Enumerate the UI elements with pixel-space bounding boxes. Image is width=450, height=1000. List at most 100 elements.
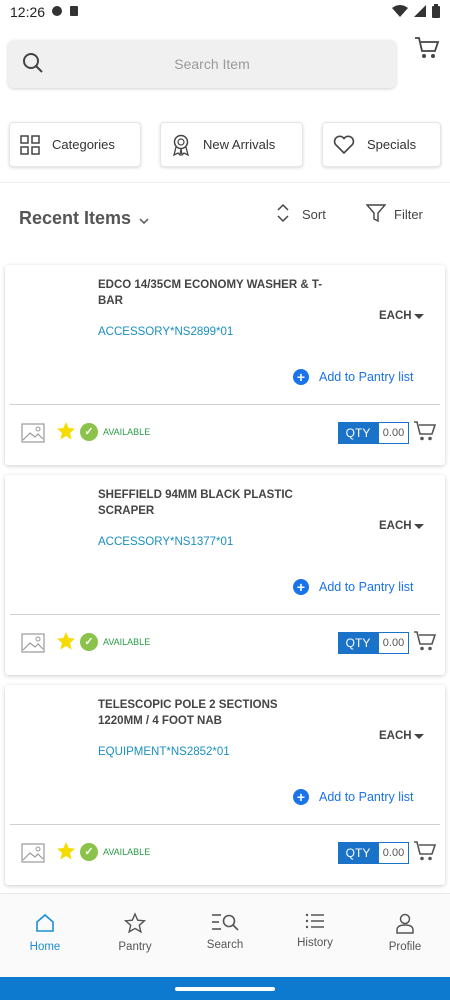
favorite-star-icon[interactable] — [56, 631, 76, 656]
divider — [0, 182, 450, 183]
sort-icon — [276, 203, 290, 226]
status-bar: 12:26 — [0, 0, 450, 24]
pantry-label: Add to Pantry list — [319, 370, 414, 384]
item-code[interactable]: ACCESSORY*NS2899*01 — [98, 326, 233, 338]
grid-icon — [20, 134, 40, 155]
uom-dropdown[interactable]: EACH — [379, 730, 424, 742]
recent-items-dropdown[interactable]: Recent Items — [19, 208, 149, 229]
quantity-field[interactable]: QTY 0.00 — [338, 842, 409, 864]
battery-icon — [432, 3, 440, 21]
categories-label: Categories — [52, 137, 115, 152]
image-placeholder-icon[interactable] — [21, 423, 45, 448]
home-icon — [34, 912, 56, 937]
nav-pantry-label: Pantry — [118, 941, 152, 953]
item-card[interactable]: EDCO 14/35CM ECONOMY WASHER & T-BAR ACCE… — [5, 265, 445, 465]
search-list-icon — [211, 912, 239, 935]
pantry-label: Add to Pantry list — [319, 790, 414, 804]
uom-value: EACH — [379, 520, 412, 532]
availability-status: ✓ AVAILABLE — [80, 633, 150, 651]
nav-profile[interactable]: Profile — [360, 912, 450, 953]
nav-profile-label: Profile — [388, 941, 422, 953]
chevron-down-icon — [139, 208, 149, 229]
add-to-cart-icon[interactable] — [413, 840, 437, 867]
pantry-label: Add to Pantry list — [319, 580, 414, 594]
filter-button[interactable]: Filter — [365, 203, 423, 226]
add-to-pantry-button[interactable]: + Add to Pantry list — [293, 369, 414, 385]
status-time: 12:26 — [10, 4, 46, 20]
quantity-field[interactable]: QTY 0.00 — [338, 632, 409, 654]
cart-icon[interactable] — [414, 36, 440, 65]
quantity-field[interactable]: QTY 0.00 — [338, 422, 409, 444]
filter-label: Filter — [394, 207, 423, 222]
item-card[interactable]: SHEFFIELD 94MM BLACK PLASTIC SCRAPER ACC… — [5, 475, 445, 675]
plus-icon: + — [293, 369, 309, 385]
specials-button[interactable]: Specials — [322, 122, 441, 167]
uom-value: EACH — [379, 730, 412, 742]
favorite-star-icon[interactable] — [56, 421, 76, 446]
image-placeholder-icon[interactable] — [21, 843, 45, 868]
nav-home[interactable]: Home — [0, 912, 90, 953]
nav-pantry[interactable]: Pantry — [90, 912, 180, 953]
divider — [10, 404, 440, 405]
image-placeholder-icon[interactable] — [21, 633, 45, 658]
message-icon — [51, 4, 63, 20]
nav-search[interactable]: Search — [180, 912, 270, 951]
caret-down-icon — [413, 313, 424, 319]
item-card[interactable]: TELESCOPIC POLE 2 SECTIONS 1220MM / 4 FO… — [5, 685, 445, 885]
new-arrivals-button[interactable]: New Arrivals — [160, 122, 303, 167]
qty-input[interactable]: 0.00 — [378, 632, 409, 654]
qty-label: QTY — [338, 842, 378, 864]
nav-search-label: Search — [206, 939, 244, 951]
sort-button[interactable]: Sort — [276, 203, 326, 226]
item-code[interactable]: ACCESSORY*NS1377*01 — [98, 536, 233, 548]
availability-label: AVAILABLE — [103, 847, 151, 857]
add-to-cart-icon[interactable] — [413, 420, 437, 447]
divider — [10, 824, 440, 825]
item-code[interactable]: EQUIPMENT*NS2852*01 — [98, 746, 230, 758]
add-to-pantry-button[interactable]: + Add to Pantry list — [293, 579, 414, 595]
sort-label: Sort — [302, 207, 326, 222]
person-icon — [394, 912, 416, 937]
star-outline-icon — [123, 912, 147, 937]
caret-down-icon — [413, 523, 424, 529]
categories-button[interactable]: Categories — [9, 122, 141, 167]
check-icon: ✓ — [80, 843, 98, 861]
award-icon — [171, 134, 191, 156]
favorite-star-icon[interactable] — [56, 841, 76, 866]
qty-input[interactable]: 0.00 — [378, 842, 409, 864]
nav-history-label: History — [297, 937, 333, 949]
availability-status: ✓ AVAILABLE — [80, 843, 150, 861]
bottom-navigation: Home Pantry Search History Profile — [0, 893, 450, 977]
qty-input[interactable]: 0.00 — [378, 422, 409, 444]
add-to-cart-icon[interactable] — [413, 630, 437, 657]
availability-label: AVAILABLE — [103, 637, 151, 647]
section-title: Recent Items — [19, 208, 132, 228]
divider — [10, 614, 440, 615]
filter-icon — [365, 203, 387, 226]
home-gesture-bar[interactable] — [175, 987, 275, 991]
plus-icon: + — [293, 789, 309, 805]
qty-label: QTY — [338, 422, 378, 444]
sim-icon — [69, 4, 79, 20]
search-bar[interactable] — [8, 40, 396, 88]
search-input[interactable] — [8, 40, 396, 88]
item-name: TELESCOPIC POLE 2 SECTIONS 1220MM / 4 FO… — [98, 699, 278, 727]
availability-label: AVAILABLE — [103, 427, 151, 437]
specials-label: Specials — [367, 137, 417, 152]
qty-label: QTY — [338, 632, 378, 654]
heart-icon — [333, 135, 355, 155]
uom-dropdown[interactable]: EACH — [379, 310, 424, 322]
signal-icon — [414, 4, 426, 20]
add-to-pantry-button[interactable]: + Add to Pantry list — [293, 789, 414, 805]
wifi-icon — [392, 4, 408, 20]
search-icon — [22, 52, 44, 79]
check-icon: ✓ — [80, 633, 98, 651]
item-name: SHEFFIELD 94MM BLACK PLASTIC SCRAPER — [98, 489, 293, 517]
plus-icon: + — [293, 579, 309, 595]
uom-dropdown[interactable]: EACH — [379, 520, 424, 532]
item-name: EDCO 14/35CM ECONOMY WASHER & T-BAR — [98, 279, 323, 307]
nav-home-label: Home — [29, 941, 61, 953]
new-arrivals-label: New Arrivals — [203, 137, 276, 152]
nav-history[interactable]: History — [270, 912, 360, 949]
availability-status: ✓ AVAILABLE — [80, 423, 150, 441]
